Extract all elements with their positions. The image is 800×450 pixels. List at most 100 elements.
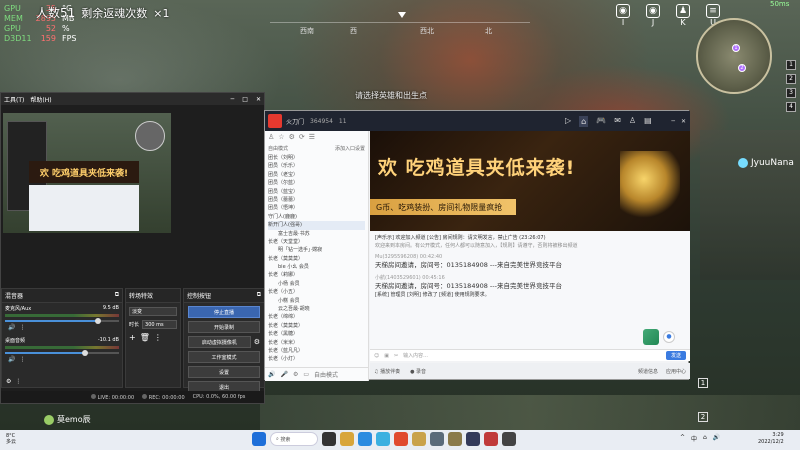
channel-item[interactable]: 团员（蕾蕾） — [268, 196, 365, 204]
chat-app-icon[interactable] — [484, 432, 498, 446]
channel-item[interactable]: 团员（老宝） — [268, 171, 365, 179]
gear-icon[interactable]: ⋮ — [19, 356, 25, 363]
channel-item[interactable]: 长老（米米） — [268, 339, 365, 347]
channel-item[interactable]: 长老（黑糖） — [268, 330, 365, 338]
app-center-button[interactable]: 应用中心 — [666, 368, 686, 375]
mic-icon[interactable]: ● — [663, 331, 675, 343]
duration-input[interactable]: 300 ms — [142, 320, 177, 329]
lang-indicator[interactable]: 中 — [691, 434, 697, 443]
obs-preview[interactable]: 欢 吃鸡道具夹低来袭! — [3, 113, 171, 233]
mode-setting[interactable]: 添加入口设置 — [335, 145, 365, 152]
speaker-icon[interactable]: 🔊 — [8, 356, 15, 363]
minimize-icon[interactable]: ─ — [231, 96, 235, 103]
shirt-icon[interactable]: ▤ — [644, 116, 652, 127]
weather-widget[interactable]: 8°C 多云 — [6, 433, 16, 445]
hud-shortcut[interactable]: ◉ J — [642, 4, 664, 34]
file-explorer-icon[interactable] — [340, 432, 354, 446]
hud-shortcut[interactable]: ♟ K — [672, 4, 694, 34]
channel-item[interactable]: 团员（悟坤） — [268, 204, 365, 212]
channel-item[interactable]: 小糕 会员 — [268, 297, 365, 305]
slider-knob[interactable] — [81, 350, 88, 356]
volume-slider[interactable] — [5, 318, 119, 324]
hud-shortcut[interactable]: ◉ I — [612, 4, 634, 34]
settings-icon[interactable]: ⚙ — [289, 133, 295, 141]
image-icon[interactable]: ▣ — [384, 353, 389, 359]
clock[interactable]: 3:29 2022/12/2 — [758, 432, 784, 446]
channel-item[interactable]: 长老（天堂堂） — [268, 238, 365, 246]
edge-icon[interactable] — [376, 432, 390, 446]
game-icon[interactable]: 🎮 — [596, 116, 606, 127]
menu-help[interactable]: 帮助(H) — [30, 95, 51, 104]
channel-item[interactable]: 明「钻一选手」·嫦寂 — [268, 246, 365, 254]
close-icon[interactable]: ✕ — [681, 118, 686, 125]
transition-select[interactable]: 淡变 — [129, 307, 177, 316]
network-icon[interactable]: ⌂ — [703, 434, 707, 443]
minimize-icon[interactable]: ─ — [671, 118, 675, 125]
bgm-button[interactable]: ♫ 播放伴奏 — [374, 368, 400, 375]
channel-info-button[interactable]: 频道信息 — [638, 368, 658, 375]
channel-item[interactable]: 团员（乐乐） — [268, 162, 365, 170]
channel-item[interactable]: 长老（小五） — [268, 288, 365, 296]
browser-icon[interactable] — [358, 432, 372, 446]
channel-item[interactable]: 团员（尔蓝） — [268, 179, 365, 187]
star-icon[interactable]: ☆ — [278, 133, 284, 141]
home-icon[interactable]: ⌂ — [579, 115, 589, 127]
delete-icon[interactable]: 🗑 — [140, 333, 150, 342]
mic-icon[interactable]: 🎤 — [280, 371, 287, 378]
channel-item[interactable]: 长老（莫莫莫） — [268, 322, 365, 330]
channel-item[interactable]: 长老（蓝凡凡） — [268, 347, 365, 355]
gear-icon[interactable]: ⚙ — [6, 378, 11, 385]
channel-item[interactable]: 长老（莉娜） — [268, 271, 365, 279]
steam-icon[interactable] — [430, 432, 444, 446]
minimap[interactable]: 1 2 — [696, 18, 772, 94]
volume-icon[interactable]: 🔊 — [268, 371, 275, 378]
channel-item[interactable]: 团员（蓝宝） — [268, 188, 365, 196]
channel-item[interactable]: 守门人(鹿鹿) — [268, 213, 365, 221]
message-icon[interactable]: ✉ — [614, 116, 621, 127]
maximize-icon[interactable]: □ — [242, 96, 248, 103]
more-icon[interactable]: ⋮ — [15, 378, 21, 385]
send-button[interactable]: 发送 — [665, 351, 686, 360]
channel-item[interactable]: 新开门人(强哥) — [268, 221, 365, 230]
emoji-icon[interactable]: ☺ — [374, 353, 379, 359]
close-icon[interactable]: ✕ — [256, 96, 261, 103]
refresh-icon[interactable]: ⟳ — [299, 133, 305, 141]
studio-mode-button[interactable]: 工作室模式 — [188, 351, 260, 363]
channel-item[interactable]: 长老（莫莫莫） — [268, 255, 365, 263]
free-mode-button[interactable]: 自由模式 — [314, 370, 338, 379]
volume-slider[interactable] — [5, 350, 119, 356]
menu-tools[interactable]: 工具(T) — [4, 95, 24, 104]
search-box[interactable]: ⌕ 搜索 — [270, 432, 318, 446]
stop-streaming-button[interactable]: 停止直播 — [188, 306, 260, 318]
dock-float-icon[interactable]: ⧉ — [257, 291, 261, 300]
promo-banner[interactable]: 欢 吃鸡道具夹低来袭! G币、吃鸡装扮、房间礼物限量疯抢 — [370, 131, 690, 231]
dock-float-icon[interactable]: ⧉ — [115, 291, 119, 300]
add-icon[interactable]: + — [129, 333, 136, 342]
user-icon[interactable]: ♙ — [629, 116, 636, 127]
app-icon[interactable] — [466, 432, 480, 446]
folder-icon[interactable]: ▭ — [303, 371, 309, 378]
start-icon[interactable] — [252, 432, 266, 446]
obs-icon[interactable] — [502, 432, 516, 446]
start-recording-button[interactable]: 开始录制 — [188, 321, 260, 333]
settings-button[interactable]: 设置 — [188, 366, 260, 378]
channel-item[interactable]: 富士吉最·书苏 — [268, 230, 365, 238]
video-icon[interactable]: ▷ — [565, 116, 571, 127]
game-launcher-icon[interactable] — [448, 432, 462, 446]
app-icon[interactable] — [394, 432, 408, 446]
chevron-up-icon[interactable]: ^ — [680, 434, 685, 443]
user-icon[interactable]: ♙ — [268, 133, 274, 141]
task-view-icon[interactable] — [322, 432, 336, 446]
settings-icon[interactable]: ⚙ — [293, 371, 298, 378]
record-button[interactable]: ● 录音 — [410, 368, 426, 375]
speaker-icon[interactable]: 🔊 — [8, 324, 15, 331]
scissors-icon[interactable]: ✂ — [394, 353, 398, 359]
virtual-camera-button[interactable]: 启动虚拟摄像机 — [188, 336, 251, 348]
message-input[interactable]: 输入内容... — [403, 352, 428, 359]
game-app-icon[interactable] — [412, 432, 426, 446]
channel-item[interactable]: 小杨 会员 — [268, 280, 365, 288]
volume-icon[interactable]: 🔊 — [713, 434, 720, 443]
gear-icon[interactable]: ⚙ — [254, 338, 260, 346]
channel-item[interactable]: 云之吾最·胡晓 — [268, 305, 365, 313]
channel-item[interactable]: 团长（刘明） — [268, 154, 365, 162]
